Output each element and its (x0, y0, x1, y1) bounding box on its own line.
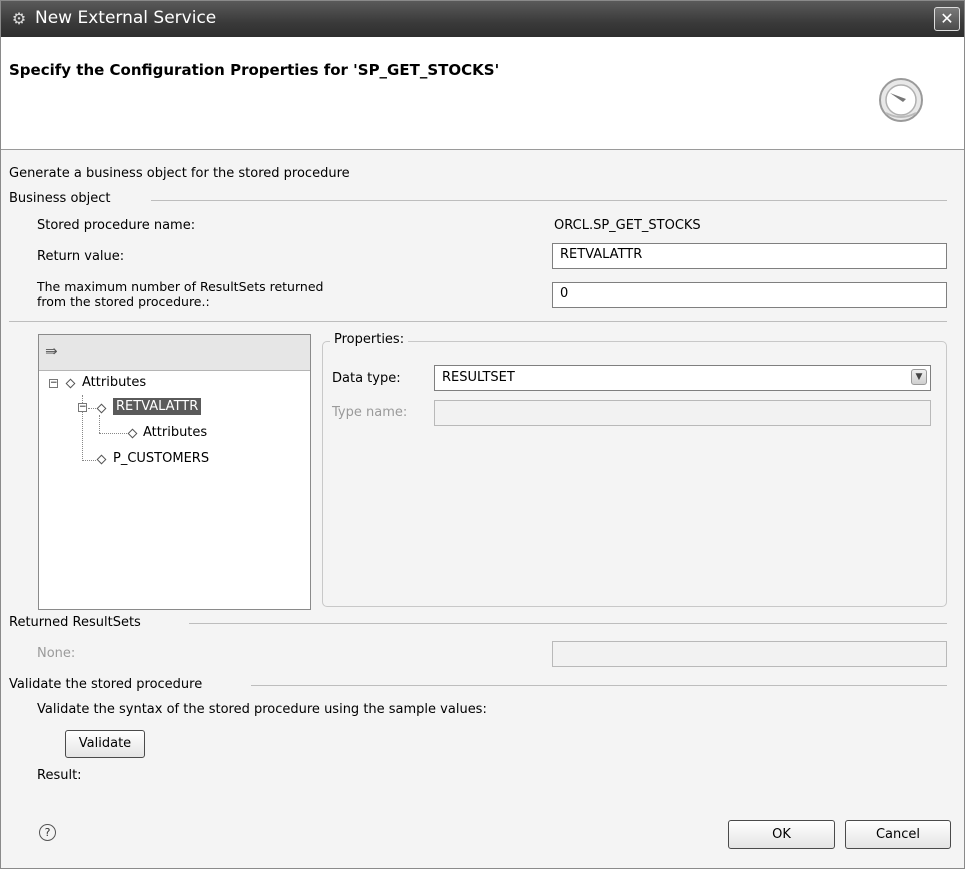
max-resultsets-field[interactable]: 0 (552, 282, 947, 308)
section-separator (9, 321, 947, 322)
returned-resultsets-separator (189, 623, 947, 624)
properties-group-label: Properties: (330, 332, 409, 347)
validate-group-label: Validate the stored procedure (9, 677, 203, 692)
business-object-group-label: Business object (9, 191, 111, 206)
data-type-value: RESULTSET (442, 370, 515, 385)
tree-connector (99, 415, 100, 433)
cancel-button[interactable]: Cancel (845, 820, 951, 849)
resultsets-field[interactable] (552, 641, 947, 667)
tree-connector (82, 460, 96, 461)
collapse-toggle-icon[interactable]: − (49, 379, 58, 388)
attribute-node-icon (96, 454, 107, 465)
validate-description: Validate the syntax of the stored proced… (37, 702, 487, 717)
tree-connector (88, 408, 96, 409)
max-resultsets-label-line2: from the stored procedure.: (37, 294, 210, 309)
data-type-label: Data type: (332, 371, 401, 386)
window-title: New External Service (35, 8, 217, 28)
validate-button[interactable]: Validate (65, 730, 145, 758)
type-name-field[interactable] (434, 400, 931, 426)
ok-button[interactable]: OK (728, 820, 835, 849)
max-resultsets-label: The maximum number of ResultSets returne… (37, 279, 323, 309)
intro-text: Generate a business object for the store… (9, 166, 350, 181)
attribute-tree-panel: ⇛ − Attributes − RETVALATTR Attributes P… (38, 334, 311, 610)
none-label: None: (37, 646, 76, 661)
close-button[interactable]: ✕ (934, 7, 960, 31)
title-bar: ⚙ New External Service ✕ (1, 1, 964, 37)
return-value-field[interactable]: RETVALATTR (552, 243, 947, 269)
page-heading: Specify the Configuration Properties for… (9, 61, 500, 79)
returned-resultsets-group-label: Returned ResultSets (9, 615, 141, 630)
return-value-label: Return value: (37, 249, 125, 264)
collapse-toggle-icon[interactable]: − (78, 403, 87, 412)
data-type-select[interactable]: RESULTSET ▼ (434, 365, 931, 391)
result-label: Result: (37, 768, 82, 783)
max-resultsets-label-line1: The maximum number of ResultSets returne… (37, 279, 324, 294)
business-object-separator (151, 200, 947, 201)
stored-procedure-name-label: Stored procedure name: (37, 218, 196, 233)
tree-node-retvalattr[interactable]: RETVALATTR (113, 398, 202, 415)
stored-procedure-name-value: ORCL.SP_GET_STOCKS (554, 218, 701, 233)
new-external-service-dialog: ⚙ New External Service ✕ Specify the Con… (0, 0, 965, 869)
chevron-down-icon[interactable]: ▼ (911, 369, 927, 385)
validate-separator (251, 685, 947, 686)
gauge-icon (879, 78, 923, 122)
tree-toolbar: ⇛ (39, 335, 310, 371)
wizard-header: Specify the Configuration Properties for… (1, 37, 964, 150)
tree-node-attributes[interactable]: Attributes (82, 375, 146, 390)
tree-node-p-customers[interactable]: P_CUSTOMERS (113, 451, 209, 466)
wizard-app-icon: ⚙ (11, 9, 27, 28)
attribute-node-icon (127, 428, 138, 439)
tree-connector (99, 433, 127, 434)
attribute-node-icon (96, 403, 107, 414)
type-name-label: Type name: (332, 405, 408, 420)
collapse-all-icon[interactable]: ⇛ (45, 342, 58, 360)
help-icon[interactable]: ? (39, 824, 56, 841)
tree-node-retvalattr-label: RETVALATTR (113, 398, 202, 415)
tree-node-child-attributes[interactable]: Attributes (143, 425, 207, 440)
attribute-node-icon (65, 378, 76, 389)
